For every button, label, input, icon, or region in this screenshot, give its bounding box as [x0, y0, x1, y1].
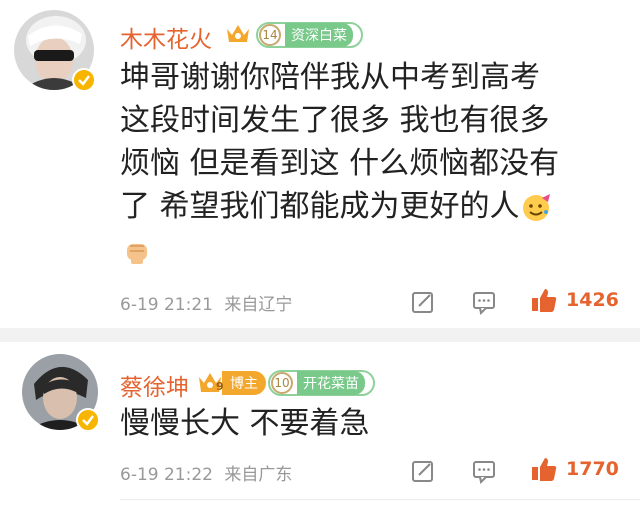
comment-meta: 6-19 21:21 来自辽宁: [120, 290, 292, 315]
comment-text-line: 烦恼 但是看到这 什么烦恼都没有: [120, 146, 560, 181]
comment-text-line: 了 希望我们都能成为更好的人: [120, 185, 559, 228]
comment-text-line-content: 了 希望我们都能成为更好的人: [120, 189, 520, 224]
repost-icon[interactable]: [410, 458, 436, 484]
repost-icon[interactable]: [410, 289, 436, 315]
blogger-badge[interactable]: 9 博主: [196, 370, 266, 396]
blogger-badge-level: 9: [216, 380, 224, 393]
comment-time: 6-19 21:22: [120, 465, 213, 485]
avatar[interactable]: [14, 10, 96, 92]
blogger-badge-label: 博主: [222, 371, 266, 395]
thumbs-up-icon: [532, 458, 557, 481]
crown-icon: [227, 25, 249, 42]
fist-emoji: [127, 244, 147, 264]
comment-text-line: 慢慢长大 不要着急: [120, 406, 370, 441]
comment-icon[interactable]: [471, 289, 497, 315]
username[interactable]: 木木花火: [120, 20, 212, 54]
fan-level-number: 14: [259, 24, 281, 46]
comment-text-line: 坤哥谢谢你陪伴我从中考到高考: [120, 60, 540, 95]
comment-location: 来自辽宁: [224, 295, 293, 315]
like-count: 1426: [566, 289, 619, 311]
comment-item: 木木花火 14 资深白菜 坤哥谢谢你陪伴我从中考到高考 这段时间发生了很多 我也…: [0, 0, 640, 328]
comment-meta: 6-19 21:22 来自广东: [120, 460, 292, 485]
comment-text-line: 这段时间发生了很多 我也有很多: [120, 103, 550, 138]
comment-item: 蔡徐坤 9 博主 10 开花菜苗 慢慢长大 不要着急 6-19 21:22 来自…: [0, 342, 640, 510]
avatar[interactable]: [22, 354, 100, 432]
comment-icon[interactable]: [471, 458, 497, 484]
fan-level-badge[interactable]: 14 资深白菜: [256, 22, 363, 48]
verified-badge-icon: [76, 408, 100, 432]
section-divider: [0, 328, 640, 342]
fan-level-badge[interactable]: 10 开花菜苗: [268, 370, 375, 396]
like-button[interactable]: 1770: [530, 455, 619, 483]
like-count: 1770: [566, 458, 619, 480]
comment-divider: [120, 499, 640, 500]
fan-level-title: 资深白菜: [285, 23, 353, 47]
fan-level-title: 开花菜苗: [297, 371, 365, 395]
party-face-emoji: [522, 193, 550, 221]
like-button[interactable]: 1426: [530, 286, 619, 314]
comment-text: 坤哥谢谢你陪伴我从中考到高考 这段时间发生了很多 我也有很多 烦恼 但是看到这 …: [120, 56, 559, 228]
username[interactable]: 蔡徐坤: [120, 368, 189, 402]
comment-text: 慢慢长大 不要着急: [120, 402, 370, 445]
verified-badge-icon: [72, 68, 96, 92]
fan-level-number: 10: [271, 372, 293, 394]
comment-time: 6-19 21:21: [120, 295, 213, 315]
thumbs-up-icon: [532, 289, 557, 312]
comment-location: 来自广东: [224, 465, 293, 485]
